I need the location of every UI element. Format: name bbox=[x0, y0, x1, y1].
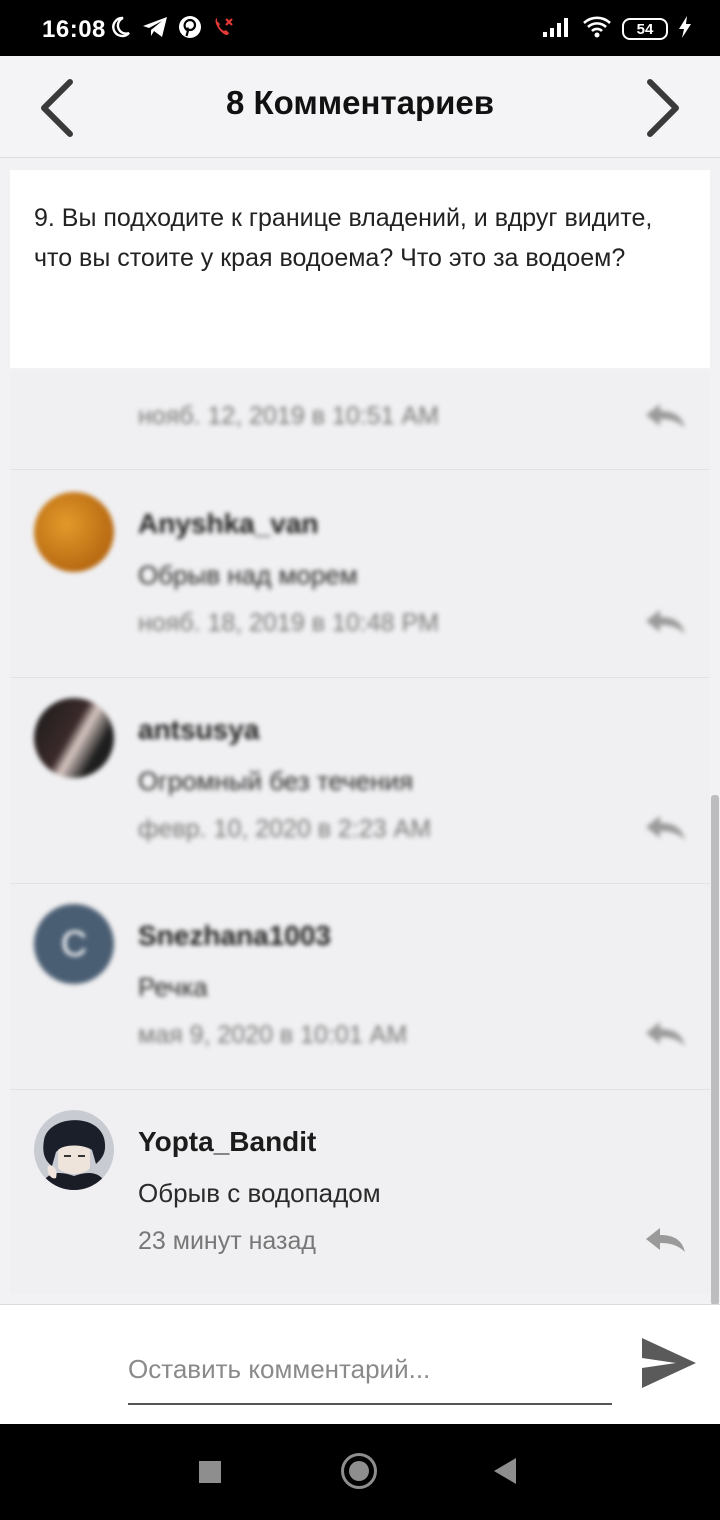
missed-call-icon bbox=[212, 15, 236, 44]
page-title: 8 Комментариев bbox=[225, 84, 495, 121]
comment-text: Обрыв с водопадом bbox=[138, 1178, 381, 1208]
header: 8 Комментариев bbox=[0, 56, 720, 158]
comment-text: Речка bbox=[138, 972, 208, 1002]
pinterest-icon bbox=[178, 15, 202, 44]
comment-author[interactable]: Snezhana1003 bbox=[138, 920, 331, 952]
comment-composer bbox=[0, 1304, 720, 1424]
list-item: Anyshka_van Обрыв над морем нояб. 18, 20… bbox=[10, 472, 710, 678]
comment-author[interactable]: Yopta_Bandit bbox=[138, 1126, 316, 1158]
telegram-icon bbox=[142, 15, 168, 44]
list-item: Yopta_Bandit Обрыв с водопадом 23 минут … bbox=[10, 1090, 710, 1294]
question-text: 9. Вы подходите к границе владений, и вд… bbox=[34, 204, 653, 272]
moon-icon bbox=[108, 15, 132, 44]
signal-icon bbox=[542, 16, 572, 43]
reply-icon[interactable] bbox=[642, 1224, 688, 1254]
comment-date: мая 9, 2020 в 10:01 AM bbox=[138, 1021, 408, 1049]
comments-list[interactable]: нояб. 12, 2019 в 10:51 AM Anyshka_van Об… bbox=[10, 372, 710, 1294]
send-icon[interactable] bbox=[640, 1335, 698, 1391]
reply-icon[interactable] bbox=[642, 606, 688, 636]
scrollbar[interactable] bbox=[711, 795, 719, 1305]
list-item: C Snezhana1003 Речка мая 9, 2020 в 10:01… bbox=[10, 884, 710, 1090]
avatar[interactable] bbox=[34, 1110, 114, 1190]
reply-icon[interactable] bbox=[642, 812, 688, 842]
next-button[interactable] bbox=[634, 76, 694, 140]
battery-icon: 54 bbox=[622, 18, 668, 40]
charging-icon bbox=[678, 15, 692, 44]
avatar[interactable] bbox=[34, 698, 114, 778]
status-bar: 16:08 54 bbox=[0, 0, 720, 56]
avatar[interactable] bbox=[34, 492, 114, 572]
reply-icon[interactable] bbox=[642, 400, 688, 430]
comment-date: нояб. 18, 2019 в 10:48 PM bbox=[138, 609, 439, 637]
chevron-right-icon bbox=[647, 79, 679, 137]
avatar[interactable]: C bbox=[34, 904, 114, 984]
comment-input[interactable] bbox=[128, 1343, 612, 1405]
comment-author[interactable]: Anyshka_van bbox=[138, 508, 319, 540]
status-time: 16:08 bbox=[42, 16, 106, 43]
comment-author[interactable]: antsusya bbox=[138, 714, 259, 746]
comment-date: 23 минут назад bbox=[138, 1227, 316, 1255]
list-item: нояб. 12, 2019 в 10:51 AM bbox=[10, 372, 710, 470]
comment-date: февр. 10, 2020 в 2:23 AM bbox=[138, 815, 432, 843]
wifi-icon bbox=[582, 15, 612, 44]
avatar-letter: C bbox=[61, 923, 87, 964]
avatar-image bbox=[34, 1110, 114, 1190]
status-left-icons bbox=[108, 14, 236, 44]
comment-text: Обрыв над морем bbox=[138, 560, 358, 590]
status-right-icons: 54 bbox=[542, 14, 692, 44]
comment-date: нояб. 12, 2019 в 10:51 AM bbox=[138, 402, 439, 430]
back-icon[interactable] bbox=[494, 1458, 516, 1484]
comment-text: Огромный без течения bbox=[138, 766, 414, 796]
question-card: 9. Вы подходите к границе владений, и вд… bbox=[10, 170, 710, 368]
home-icon[interactable] bbox=[341, 1453, 377, 1489]
system-nav-bar bbox=[0, 1424, 720, 1520]
reply-icon[interactable] bbox=[642, 1018, 688, 1048]
recents-icon[interactable] bbox=[199, 1461, 221, 1483]
list-item: antsusya Огромный без течения февр. 10, … bbox=[10, 678, 710, 884]
